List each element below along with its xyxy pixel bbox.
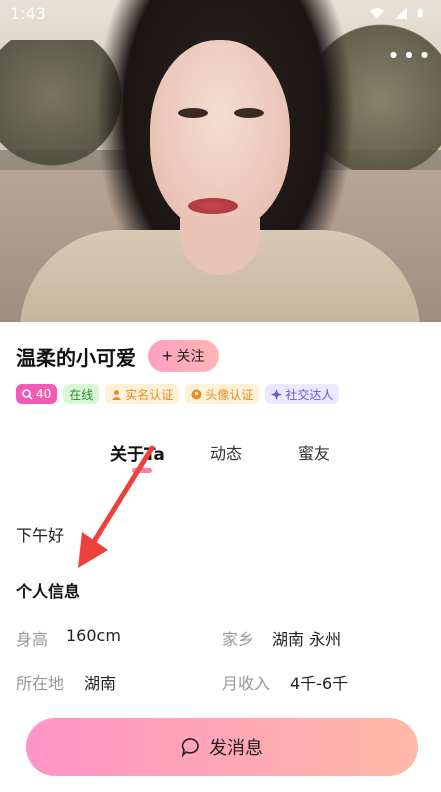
avatar-verified-badge: 头像认证 <box>185 384 260 404</box>
social-badge: 社交达人 <box>265 384 340 404</box>
photo-eye-left <box>178 108 208 118</box>
real-name-label: 实名认证 <box>125 387 174 402</box>
person-icon <box>112 389 122 400</box>
send-message-button[interactable]: 发消息 <box>26 718 418 776</box>
more-options-icon[interactable]: ● ● ● <box>390 50 431 59</box>
social-label: 社交达人 <box>285 387 334 402</box>
chat-bubble-icon <box>181 738 199 757</box>
battery-icon <box>417 8 423 18</box>
photo-eye-right <box>234 108 264 118</box>
avatar-verified-label: 头像认证 <box>205 387 254 402</box>
height-value: 160cm <box>66 626 121 645</box>
online-badge: 在线 <box>63 384 100 404</box>
badge-row: 40 在线 实名认证 头像认证 社交达人 <box>16 384 340 404</box>
signal-icon <box>395 7 407 19</box>
location-label: 所在地 <box>16 674 65 693</box>
avatar-verified-icon <box>191 389 202 399</box>
status-bar: 1:43 <box>0 0 441 26</box>
status-icons <box>369 6 427 20</box>
red-arrow-annotation <box>78 445 155 568</box>
profile-name: 温柔的小可爱 <box>16 345 136 370</box>
follow-button[interactable]: + 关注 <box>148 340 219 372</box>
star-icon <box>271 388 283 400</box>
location-value: 湖南 <box>84 674 117 693</box>
search-count-badge: 40 <box>16 384 58 404</box>
tab-friends[interactable]: 蜜友 <box>298 440 330 464</box>
greeting-text: 下午好 <box>16 526 65 545</box>
search-count: 40 <box>36 387 52 401</box>
tab-moments[interactable]: 动态 <box>210 440 242 464</box>
profile-header: 温柔的小可爱 + 关注 <box>16 340 219 372</box>
plus-icon: + <box>162 346 173 366</box>
hometown-label: 家乡 <box>222 630 255 649</box>
follow-label: 关注 <box>176 348 205 364</box>
personal-info-title: 个人信息 <box>16 582 81 601</box>
profile-photo[interactable] <box>0 0 441 322</box>
hometown-value: 湖南 永州 <box>272 630 342 649</box>
height-label: 身高 <box>16 630 49 649</box>
real-name-badge: 实名认证 <box>105 384 180 404</box>
photo-lips <box>188 198 238 214</box>
search-icon <box>22 388 33 400</box>
send-message-label: 发消息 <box>209 738 263 758</box>
income-value: 4千-6千 <box>290 674 349 693</box>
income-label: 月收入 <box>222 674 271 693</box>
wifi-icon <box>370 8 384 19</box>
online-label: 在线 <box>69 387 94 402</box>
status-time: 1:43 <box>10 3 46 23</box>
